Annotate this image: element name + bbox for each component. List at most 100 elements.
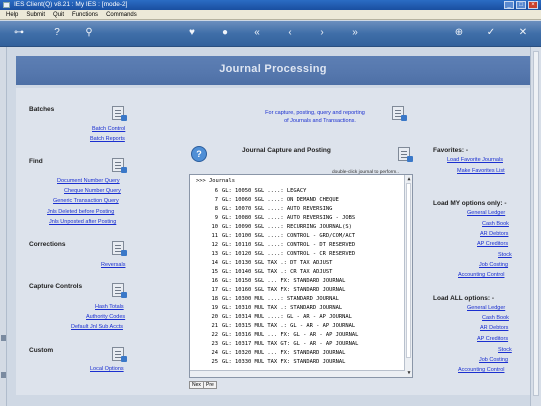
capture-controls-title: Capture Controls [29, 283, 83, 290]
journal-row[interactable]: 13 GL: 10120 SGL ....: CONTROL - CR RESER… [190, 250, 401, 258]
link-make-favorites-list[interactable]: Make Favorites List [457, 168, 505, 174]
link-default-jnl-sub-accts[interactable]: Default Jnl Sub Accts [71, 324, 123, 330]
list-horizontal-scrollbar[interactable] [190, 370, 405, 377]
journal-row[interactable]: 6 GL: 10050 SGL ....: LEGACY [190, 187, 401, 195]
journal-row[interactable]: 8 GL: 10070 SGL ....: AUTO REVERSING [190, 205, 401, 213]
heart-icon[interactable]: ♥ [185, 27, 199, 39]
journal-row[interactable]: 9 GL: 10080 SGL ....: AUTO REVERSING - JO… [190, 214, 401, 222]
page-title: Journal Processing [219, 63, 327, 75]
batches-title: Batches [29, 106, 55, 113]
journal-row[interactable]: 22 GL: 10316 MUL ... FX: GL - AR - AP JOU… [190, 331, 401, 339]
all-link-accounting-control[interactable]: Accounting Control [458, 367, 504, 373]
prev-button[interactable]: Pre [203, 381, 217, 389]
close-window-button[interactable]: × [528, 1, 538, 9]
all-link-job-costing[interactable]: Job Costing [479, 357, 508, 363]
my-link-ar-debtors[interactable]: AR Debtors [480, 231, 508, 237]
info-icon[interactable]: ? [50, 27, 64, 39]
my-link-general-ledger[interactable]: General Ledger [467, 210, 505, 216]
all-link-ar-debtors[interactable]: AR Debtors [480, 325, 508, 331]
key-icon[interactable]: ⊶ [8, 27, 30, 39]
journal-capture-title: Journal Capture and Posting [242, 147, 331, 154]
help-icon[interactable]: ? [191, 146, 207, 162]
menu-help[interactable]: Help [6, 10, 18, 19]
page-scrollbar-track[interactable] [533, 51, 539, 396]
all-link-cash-book[interactable]: Cash Book [482, 315, 509, 321]
link-hash-totals[interactable]: Hash Totals [95, 304, 124, 310]
journal-row[interactable]: 23 GL: 10317 MUL TAX GT: GL - AR - AP JOU… [190, 340, 401, 348]
my-link-cash-book[interactable]: Cash Book [482, 221, 509, 227]
all-link-ap-creditors[interactable]: AP Creditors [477, 336, 508, 342]
my-options-title: Load MY options only: - [433, 200, 507, 207]
journal-row[interactable]: 15 GL: 10140 SGL TAX .: CR TAX ADJUST [190, 268, 401, 276]
journal-row[interactable]: 19 GL: 10310 MUL TAX .: STANDARD JOURNAL [190, 304, 401, 312]
favorites-title: Favorites: - [433, 147, 469, 154]
journal-row[interactable]: 11 GL: 10100 SGL ....: CONTROL - GRD/COM/… [190, 232, 401, 240]
scroll-down-icon[interactable]: ▼ [406, 370, 412, 376]
my-link-ap-creditors[interactable]: AP Creditors [477, 241, 508, 247]
menu-quit[interactable]: Quit [53, 10, 64, 19]
capture-controls-cabinet-icon [112, 283, 127, 299]
fast-forward-icon[interactable]: » [348, 27, 362, 39]
journal-row[interactable]: 14 GL: 10130 SGL TAX .: DT TAX ADJUST [190, 259, 401, 267]
plus-icon[interactable]: ⊕ [452, 27, 466, 39]
minimize-button[interactable]: _ [504, 1, 514, 9]
journal-row[interactable]: 12 GL: 10110 SGL ....: CONTROL - DT RESER… [190, 241, 401, 249]
journal-row[interactable]: 20 GL: 10314 MUL ....: GL - AR - AP JOURN… [190, 313, 401, 321]
custom-cabinet-icon [112, 347, 127, 363]
list-header: >>> Journals [196, 178, 235, 184]
link-reversals[interactable]: Reversals [101, 262, 125, 268]
maximize-button[interactable]: □ [516, 1, 526, 9]
left-edge-strip [0, 47, 7, 406]
link-jnls-deleted-before-posting[interactable]: Jnls Deleted before Posting [47, 209, 114, 215]
menu-commands[interactable]: Commands [106, 10, 137, 19]
link-local-options[interactable]: Local Options [90, 366, 124, 372]
edge-marker [1, 372, 6, 378]
journal-row[interactable]: 10 GL: 10090 SGL ....: RECURRING JOURNAL(… [190, 223, 401, 231]
close-icon[interactable]: ✕ [516, 27, 530, 39]
back-icon[interactable]: ‹ [283, 27, 297, 39]
journal-row[interactable]: 17 GL: 10160 SGL TAX FX: STANDARD JOURNAL [190, 286, 401, 294]
journal-row[interactable]: 16 GL: 10150 SGL ... FX: STANDARD JOURNAL [190, 277, 401, 285]
my-link-accounting-control[interactable]: Accounting Control [458, 272, 504, 278]
corrections-title: Corrections [29, 241, 66, 248]
corrections-cabinet-icon [112, 241, 127, 257]
circle-icon[interactable]: ● [218, 27, 232, 39]
page-banner: Journal Processing [16, 56, 530, 85]
link-jnls-unposted-after-posting[interactable]: Jnls Unposted after Posting [49, 219, 116, 225]
app-icon [3, 2, 10, 8]
page-scrollbar[interactable] [530, 47, 541, 406]
title-bar: IES Client(Q) v8.21 : My IES : [mode-2] … [0, 0, 541, 10]
link-authority-codes[interactable]: Authority Codes [86, 314, 125, 320]
journal-row[interactable]: 18 GL: 10300 MUL ....: STANDARD JOURNAL [190, 295, 401, 303]
forward-icon[interactable]: › [315, 27, 329, 39]
my-link-stock[interactable]: Stock [498, 252, 512, 258]
check-icon[interactable]: ✓ [484, 27, 498, 39]
link-cheque-number-query[interactable]: Cheque Number Query [64, 188, 121, 194]
all-link-general-ledger[interactable]: General Ledger [467, 305, 505, 311]
toolbar: ⊶ ? ⚲ ♥ ● « ‹ › » ⊕ ✓ ✕ [0, 21, 541, 47]
link-batch-control[interactable]: Batch Control [92, 126, 125, 132]
rewind-icon[interactable]: « [250, 27, 264, 39]
journals-cabinet-icon [392, 106, 407, 122]
menu-functions[interactable]: Functions [72, 10, 98, 19]
journal-row[interactable]: 21 GL: 10315 MUL TAX .: GL - AR - AP JOUR… [190, 322, 401, 330]
link-batch-reports[interactable]: Batch Reports [90, 136, 125, 142]
my-link-job-costing[interactable]: Job Costing [479, 262, 508, 268]
journal-row[interactable]: 25 GL: 10330 MUL TAX FX: STANDARD JOURNAL [190, 358, 401, 366]
scroll-up-icon[interactable]: ▲ [406, 176, 412, 182]
all-link-stock[interactable]: Stock [498, 347, 512, 353]
info-line-1: For capture, posting, query and reportin… [265, 110, 365, 116]
list-scrollbar[interactable]: ▲ ▼ [404, 175, 412, 377]
journal-list[interactable]: >>> Journals 6 GL: 10050 SGL ....: LEGACY… [189, 174, 413, 378]
link-generic-transaction-query[interactable]: Generic Transaction Query [53, 198, 119, 204]
next-button[interactable]: Nex [189, 381, 204, 389]
journal-row[interactable]: 24 GL: 10320 MUL ... FX: STANDARD JOURNAL [190, 349, 401, 357]
window-title: IES Client(Q) v8.21 : My IES : [mode-2] [14, 1, 128, 8]
batches-cabinet-icon [112, 106, 127, 122]
menu-submit[interactable]: Submit [26, 10, 45, 19]
journal-row[interactable]: 7 GL: 10060 SGL ....: ON DEMAND CHEQUE [190, 196, 401, 204]
link-load-favorite-journals[interactable]: Load Favorite Journals [447, 157, 503, 163]
search-icon[interactable]: ⚲ [82, 27, 96, 39]
link-document-number-query[interactable]: Document Number Query [57, 178, 120, 184]
scroll-thumb[interactable] [406, 183, 411, 358]
